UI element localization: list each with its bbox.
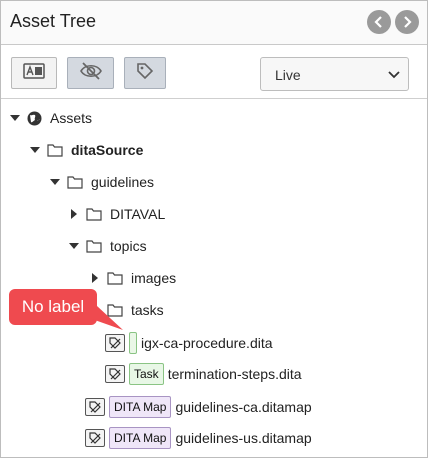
mode-select[interactable]: Live [260, 57, 409, 91]
tree-file-row[interactable]: DITA Map guidelines-ca.ditamap [85, 396, 312, 418]
folder-icon [107, 271, 123, 285]
caret-right-icon[interactable] [68, 208, 80, 220]
caret-down-icon[interactable] [68, 240, 80, 252]
folder-icon [86, 239, 102, 253]
tree-node-assets[interactable]: Assets [9, 107, 92, 129]
label-badge: DITA Map [109, 427, 172, 449]
tree-label-tasks: tasks [131, 302, 164, 318]
text-label-icon [23, 62, 45, 84]
chevron-down-icon [388, 71, 400, 79]
no-label-callout: No label [9, 289, 97, 325]
caret-down-icon[interactable] [9, 112, 21, 124]
tree-file-row[interactable]: igx-ca-procedure.dita [105, 332, 273, 354]
callout-pointer [89, 306, 123, 330]
folder-icon [86, 207, 102, 221]
asset-tree-panel: Asset Tree Live Assets ditaSource guidel… [0, 0, 428, 458]
asset-tag-icon[interactable] [85, 429, 105, 447]
asset-tag-icon[interactable] [85, 398, 105, 416]
tree-node-images[interactable]: images [89, 267, 176, 289]
panel-header: Asset Tree [1, 1, 427, 45]
asset-tag-icon[interactable] [105, 334, 125, 352]
tree-label-assets: Assets [50, 110, 93, 126]
folder-icon [67, 175, 83, 189]
globe-icon [27, 111, 42, 126]
tree-label-images: images [131, 270, 177, 286]
eye-slash-icon [79, 61, 103, 86]
tag-toggle-button[interactable] [124, 57, 166, 89]
chevron-left-icon[interactable] [367, 10, 391, 34]
tree-label-ditaval: DITAVAL [110, 206, 166, 222]
caret-down-icon[interactable] [29, 144, 41, 156]
panel-title: Asset Tree [10, 11, 97, 31]
tree-node-ditasource[interactable]: ditaSource [29, 139, 143, 161]
chevron-right-icon[interactable] [395, 10, 419, 34]
folder-icon [47, 143, 63, 157]
tree-node-topics[interactable]: topics [68, 235, 147, 257]
caret-down-icon[interactable] [49, 176, 61, 188]
mode-select-value: Live [275, 67, 301, 83]
hide-toggle-button[interactable] [67, 57, 114, 89]
file-name: igx-ca-procedure.dita [141, 335, 273, 351]
label-badge [129, 332, 137, 354]
tree-label-ditasource: ditaSource [71, 142, 144, 158]
tree-file-row[interactable]: DITA Map guidelines-us.ditamap [85, 427, 312, 449]
tree-node-ditaval[interactable]: DITAVAL [68, 203, 165, 225]
tree-node-guidelines[interactable]: guidelines [49, 171, 154, 193]
toolbar: Live [1, 46, 427, 99]
caret-right-icon[interactable] [89, 272, 101, 284]
tree-label-guidelines: guidelines [91, 174, 155, 190]
tree-file-row[interactable]: Task termination-steps.dita [105, 363, 302, 385]
asset-tag-icon[interactable] [105, 365, 125, 383]
file-name: guidelines-us.ditamap [175, 430, 312, 446]
label-badge: DITA Map [109, 396, 172, 418]
tree-label-topics: topics [110, 238, 147, 254]
file-name: guidelines-ca.ditamap [175, 399, 312, 415]
tag-icon [135, 61, 155, 86]
label-badge: Task [129, 363, 164, 385]
file-name: termination-steps.dita [167, 366, 302, 382]
text-label-toggle-button[interactable] [11, 57, 57, 89]
